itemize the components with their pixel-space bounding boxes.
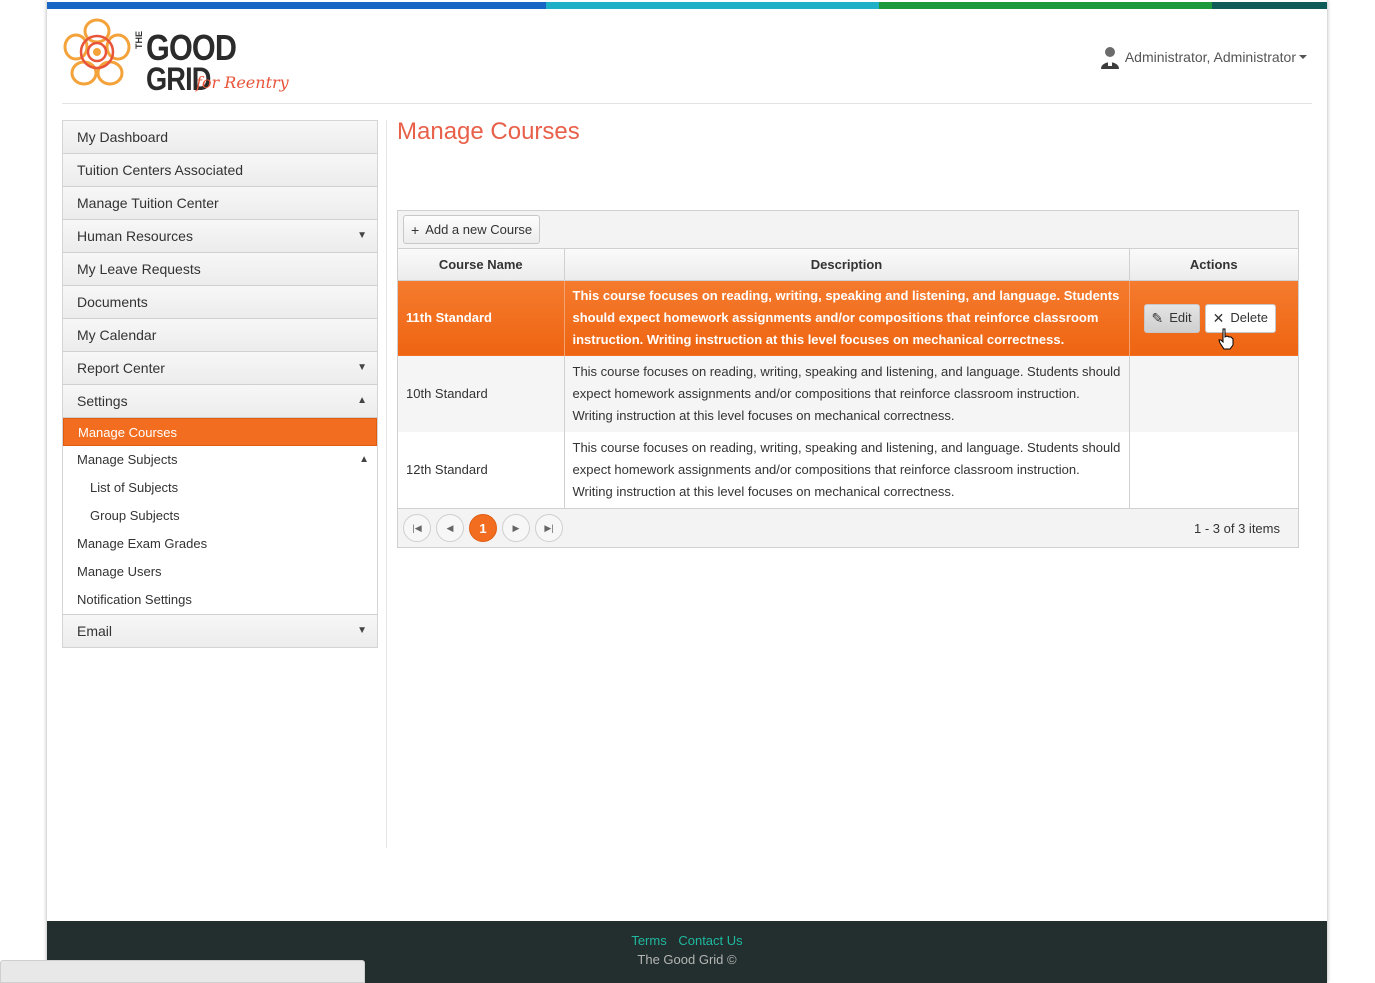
sidebar-item-label: My Leave Requests [77, 261, 201, 277]
table-row[interactable]: 12th Standard This course focuses on rea… [398, 432, 1298, 508]
sidebar-item-notification-settings[interactable]: Notification Settings [63, 586, 377, 614]
sidebar-item-label: Manage Users [77, 564, 162, 579]
contact-us-link[interactable]: Contact Us [678, 933, 742, 948]
sidebar-item-label: Group Subjects [90, 508, 180, 523]
flower-logo-icon [63, 18, 131, 86]
close-icon: ✕ [1212, 310, 1225, 327]
user-name: Administrator, Administrator [1124, 49, 1296, 65]
sidebar-divider [386, 120, 387, 848]
courses-grid: + Add a new Course Course Name Descripti… [397, 210, 1299, 548]
cell-course-name: 12th Standard [398, 432, 565, 508]
sidebar-item-documents[interactable]: Documents [63, 286, 377, 319]
sidebar-item-label: Tuition Centers Associated [77, 162, 244, 178]
sidebar-item-label: List of Subjects [90, 480, 179, 495]
next-page-icon[interactable]: ▶ [502, 514, 530, 542]
sidebar-item-manage-exam-grades[interactable]: Manage Exam Grades [63, 530, 377, 558]
sidebar-item-label: Manage Subjects [77, 452, 178, 467]
grid-pager: |◀ ◀ 1 ▶ ▶| 1 - 3 of 3 items [398, 508, 1298, 547]
sidebar-item-report-center[interactable]: Report Center ▼ [63, 352, 377, 385]
sidebar-item-manage-users[interactable]: Manage Users [63, 558, 377, 586]
delete-button[interactable]: ✕ Delete [1204, 303, 1276, 333]
sidebar-item-tuition-centers-associated[interactable]: Tuition Centers Associated [63, 154, 377, 187]
sidebar-item-label: Email [77, 623, 113, 639]
header: THE GOOD GRID for Reentry Administrator,… [62, 9, 1312, 104]
expand-arrow-icon: ▼ [357, 230, 367, 241]
cell-course-name: 10th Standard [398, 356, 565, 432]
chevron-down-icon [1299, 55, 1307, 59]
sidebar-item-manage-tuition-center[interactable]: Manage Tuition Center [63, 187, 377, 220]
prev-page-icon[interactable]: ◀ [436, 514, 464, 542]
sidebar-item-label: Notification Settings [77, 592, 192, 607]
page-button-current[interactable]: 1 [469, 514, 497, 542]
sidebar-item-email[interactable]: Email ▼ [63, 614, 377, 647]
pencil-icon: ✎ [1151, 310, 1164, 327]
sidebar-item-list-of-subjects[interactable]: List of Subjects [63, 474, 377, 502]
sidebar-item-label: Manage Tuition Center [77, 195, 219, 211]
cell-description: This course focuses on reading, writing,… [564, 280, 1130, 356]
app-page: THE GOOD GRID for Reentry Administrator,… [47, 0, 1327, 983]
cell-description: This course focuses on reading, writing,… [564, 356, 1130, 432]
sidebar-item-label: My Dashboard [77, 129, 169, 145]
collapse-arrow-icon: ▲ [359, 454, 369, 465]
edit-button[interactable]: ✎ Edit [1143, 303, 1200, 333]
plus-icon: + [411, 221, 420, 238]
cell-actions: ✎ Edit ✕ Delete [1129, 280, 1298, 356]
the-good-grid-logo[interactable]: THE GOOD GRID for Reentry [62, 17, 302, 97]
footer-links: Terms Contact Us [47, 933, 1327, 948]
delete-label: Delete [1230, 310, 1268, 326]
settings-submenu: Manage Courses Manage Subjects ▲ List of … [63, 418, 377, 614]
hand-cursor-icon [1218, 328, 1234, 350]
expand-arrow-icon: ▼ [357, 625, 367, 636]
terms-link[interactable]: Terms [631, 933, 666, 948]
row-actions: ✎ Edit ✕ Delete [1138, 303, 1291, 333]
sidebar: My Dashboard Tuition Centers Associated … [62, 120, 378, 648]
logo-tagline: for Reentry [196, 73, 289, 92]
sidebar-item-label: Manage Courses [78, 425, 177, 440]
collapse-arrow-icon: ▲ [357, 395, 367, 406]
table-header-row: Course Name Description Actions [398, 249, 1298, 281]
expand-arrow-icon: ▼ [357, 362, 367, 373]
main-content: Manage Courses + Add a new Course Course… [397, 112, 1299, 548]
cell-description: This course focuses on reading, writing,… [564, 432, 1130, 508]
sidebar-item-my-calendar[interactable]: My Calendar [63, 319, 377, 352]
sidebar-item-human-resources[interactable]: Human Resources ▼ [63, 220, 377, 253]
column-header-actions: Actions [1129, 249, 1298, 281]
column-header-description[interactable]: Description [564, 249, 1130, 281]
sidebar-item-manage-subjects[interactable]: Manage Subjects ▲ [63, 446, 377, 474]
sidebar-item-label: Manage Exam Grades [77, 536, 208, 551]
user-menu[interactable]: Administrator, Administrator [1099, 45, 1307, 69]
table-row[interactable]: 10th Standard This course focuses on rea… [398, 356, 1298, 432]
sidebar-item-my-leave-requests[interactable]: My Leave Requests [63, 253, 377, 286]
sidebar-item-label: Documents [77, 294, 148, 310]
sidebar-item-my-dashboard[interactable]: My Dashboard [63, 121, 377, 154]
last-page-icon[interactable]: ▶| [535, 514, 563, 542]
add-course-button[interactable]: + Add a new Course [403, 215, 541, 244]
cell-course-name: 11th Standard [398, 280, 565, 356]
user-avatar-icon [1100, 47, 1119, 69]
table-row[interactable]: 11th Standard This course focuses on rea… [398, 280, 1298, 356]
edit-label: Edit [1169, 310, 1192, 326]
add-course-label: Add a new Course [425, 222, 533, 237]
column-header-course-name[interactable]: Course Name [398, 249, 565, 281]
sidebar-item-manage-courses[interactable]: Manage Courses [63, 418, 377, 446]
sidebar-item-settings[interactable]: Settings ▲ [63, 385, 377, 418]
cell-actions [1129, 432, 1298, 508]
sidebar-item-label: Report Center [77, 360, 165, 376]
first-page-icon[interactable]: |◀ [403, 514, 431, 542]
cell-actions [1129, 356, 1298, 432]
sidebar-item-label: My Calendar [77, 327, 157, 343]
page-title: Manage Courses [397, 118, 580, 145]
logo-the-text: THE [134, 31, 144, 49]
grid-toolbar: + Add a new Course [398, 211, 1298, 249]
courses-table: Course Name Description Actions 11th Sta… [398, 249, 1298, 508]
pager-info: 1 - 3 of 3 items [1194, 521, 1280, 536]
browser-status-bar [0, 960, 365, 983]
sidebar-item-label: Settings [77, 393, 128, 409]
sidebar-item-group-subjects[interactable]: Group Subjects [63, 502, 377, 530]
sidebar-item-label: Human Resources [77, 228, 193, 244]
color-top-bar [47, 2, 1327, 9]
